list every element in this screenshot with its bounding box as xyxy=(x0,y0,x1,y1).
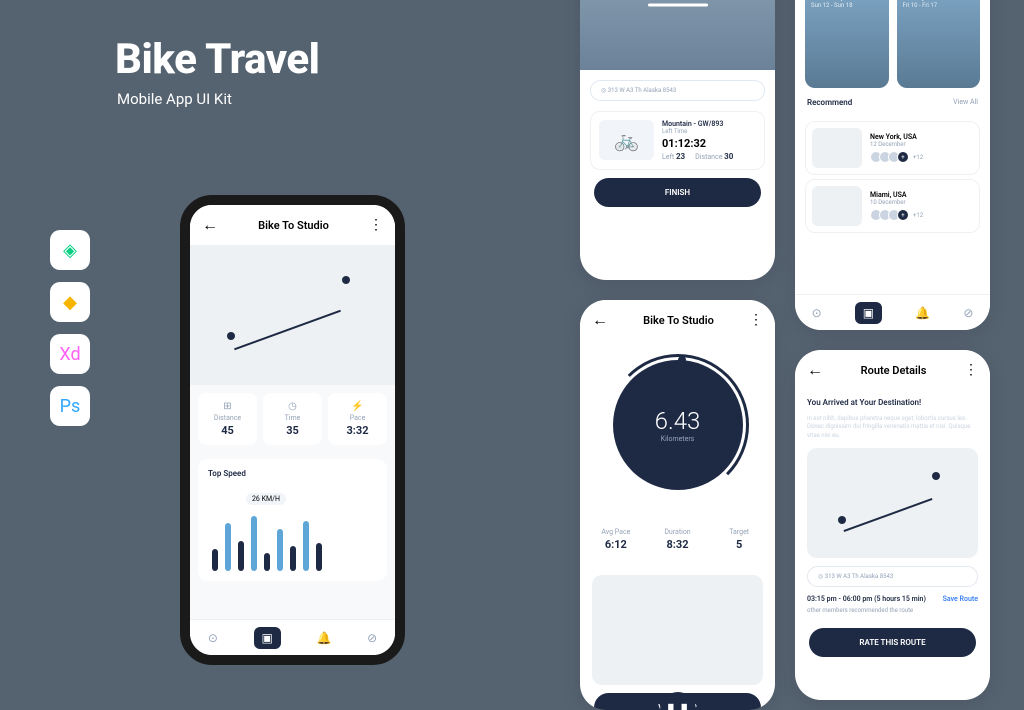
distance-icon: ⊞ xyxy=(202,401,253,412)
rate-route-button[interactable]: RATE THIS ROUTE xyxy=(809,628,976,657)
nav-user-icon[interactable]: ⊘ xyxy=(367,631,377,645)
nav-compass-icon[interactable]: ⊙ xyxy=(812,306,822,320)
ps-icon: Ps xyxy=(50,386,90,426)
gauge-value: 6.43 xyxy=(655,407,701,435)
map-preview[interactable] xyxy=(592,575,763,685)
bar xyxy=(290,546,296,571)
pace-stat[interactable]: ⚡ Pace 3:32 xyxy=(328,393,387,445)
bar xyxy=(264,553,270,571)
bike-hero-image xyxy=(580,0,775,70)
avgpace-stat: Avg Pace 6:12 xyxy=(588,518,644,559)
bar xyxy=(277,529,283,571)
gauge-unit: Kilometers xyxy=(661,435,695,443)
bar xyxy=(212,549,218,571)
time-icon: ◷ xyxy=(267,401,318,412)
trip-tile-miami[interactable]: Miami, USA Fri 10 - Fri 17 xyxy=(897,0,981,88)
bar xyxy=(251,516,257,571)
bike-thumb-icon: 🚲 xyxy=(599,120,654,160)
page-title: Route Details xyxy=(861,364,927,377)
location-pill: ◎ 313 W A3 Th Alaska 8543 xyxy=(807,566,978,587)
hero-title: Bike Travel xyxy=(115,35,320,84)
map-view[interactable] xyxy=(190,245,395,385)
phone-main: ← Bike To Studio ⋮ ⊞ Distance 45 ◷ Time … xyxy=(180,195,405,665)
save-route-link[interactable]: Save Route xyxy=(943,595,978,603)
stats-row: ⊞ Distance 45 ◷ Time 35 ⚡ Pace 3:32 xyxy=(190,385,395,453)
phone-ride: ◎ 313 W A3 Th Alaska 8543 🚲 Mountain - G… xyxy=(580,0,775,280)
arrived-heading: You Arrived at Your Destination! xyxy=(795,390,990,415)
recommendation-msg: other members recommended the route xyxy=(795,607,990,620)
view-all-link[interactable]: View All xyxy=(953,98,978,107)
add-icon[interactable]: + xyxy=(897,209,909,221)
timer-label: Left Time xyxy=(662,128,756,135)
phone-trips: ← Near Trip ⋮ Popular Near Long Distance… xyxy=(795,0,990,330)
start-pin-icon xyxy=(227,332,235,340)
timer-value: 01:12:32 xyxy=(662,137,756,150)
menu-icon[interactable]: ⋮ xyxy=(964,362,978,378)
distance-gauge: 6.43 Kilometers xyxy=(613,360,743,490)
xd-icon: Xd xyxy=(50,334,90,374)
add-icon[interactable]: + xyxy=(897,151,909,163)
target-stat: Target 5 xyxy=(711,518,767,559)
distance-value: 45 xyxy=(202,424,253,437)
rec-card[interactable]: Miami, USA 10 December ++12 xyxy=(805,179,980,233)
bottom-nav: ⊙ ▣ 🔔 ⊘ xyxy=(795,294,990,330)
bar xyxy=(316,543,322,571)
nav-activity-icon[interactable]: ▣ xyxy=(855,302,882,324)
time-label: Time xyxy=(267,414,318,422)
tool-icons: ◈ ◆ Xd Ps xyxy=(50,230,90,426)
distance-stat[interactable]: ⊞ Distance 45 xyxy=(198,393,257,445)
bar xyxy=(225,523,231,571)
menu-icon[interactable]: ⋮ xyxy=(369,217,383,233)
bottom-nav: ⊙ ▣ 🔔 ⊘ xyxy=(190,619,395,655)
rec-card[interactable]: New York, USA 12 December ++12 xyxy=(805,121,980,175)
rec-map-thumb xyxy=(812,128,862,168)
phone-route: ← Route Details ⋮ You Arrived at Your De… xyxy=(795,350,990,700)
time-stat[interactable]: ◷ Time 35 xyxy=(263,393,322,445)
pace-label: Pace xyxy=(332,414,383,422)
figma-icon: ◈ xyxy=(50,230,90,270)
chart-title: Top Speed xyxy=(208,469,377,478)
bike-card: 🚲 Mountain - GW/893 Left Time 01:12:32 L… xyxy=(590,111,765,170)
pace-icon: ⚡ xyxy=(332,401,383,412)
end-pin-icon xyxy=(342,276,350,284)
end-pin-icon xyxy=(932,472,940,480)
menu-icon[interactable]: ⋮ xyxy=(749,312,763,328)
phone-gauge: ← Bike To Studio ⋮ 6.43 Kilometers Avg P… xyxy=(580,300,775,710)
nav-user-icon[interactable]: ⊘ xyxy=(963,306,973,320)
nav-activity-icon[interactable]: ▣ xyxy=(254,627,281,649)
nav-bell-icon[interactable]: 🔔 xyxy=(915,306,930,320)
recommend-header: Recommend xyxy=(807,98,852,107)
back-icon[interactable]: ← xyxy=(592,310,608,330)
nav-bell-icon[interactable]: 🔔 xyxy=(317,631,332,645)
start-pin-icon xyxy=(838,516,846,524)
back-icon[interactable]: ← xyxy=(202,215,218,235)
time-value: 35 xyxy=(267,424,318,437)
finish-button[interactable]: FINISH xyxy=(594,178,761,207)
bar xyxy=(238,541,244,571)
chart-bars xyxy=(208,511,377,571)
location-pill[interactable]: ◎ 313 W A3 Th Alaska 8543 xyxy=(590,80,765,101)
page-title: Bike To Studio xyxy=(258,219,329,232)
page-title: Bike To Studio xyxy=(643,314,714,327)
pace-value: 3:32 xyxy=(332,424,383,437)
duration-stat: Duration 8:32 xyxy=(650,518,706,559)
hero-subtitle: Mobile App UI Kit xyxy=(117,90,232,108)
distance-label: Distance xyxy=(202,414,253,422)
nav-compass-icon[interactable]: ⊙ xyxy=(208,631,218,645)
trip-tile-ny[interactable]: New York, USA Sun 12 - Sun 18 xyxy=(805,0,889,88)
route-map[interactable] xyxy=(807,448,978,558)
route-description: In est nibh, dapibus pharetra neque eget… xyxy=(795,415,990,440)
speed-chart: Top Speed 26 KM/H xyxy=(198,459,387,581)
speed-badge: 26 KM/H xyxy=(246,493,286,505)
back-icon[interactable]: ← xyxy=(807,360,823,380)
sketch-icon: ◆ xyxy=(50,282,90,322)
bike-name: Mountain - GW/893 xyxy=(662,120,756,128)
time-range: 03:15 pm - 06:00 pm (5 hours 15 min) xyxy=(807,595,926,603)
rec-map-thumb xyxy=(812,186,862,226)
bar xyxy=(303,521,309,571)
